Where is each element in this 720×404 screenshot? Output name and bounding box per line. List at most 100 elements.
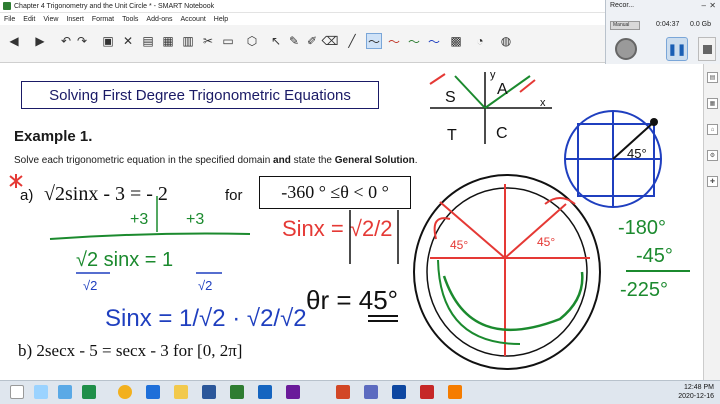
task-view-icon[interactable]	[58, 385, 72, 399]
small-circle-angle: 45°	[627, 146, 647, 161]
page-sorter-icon[interactable]: ▤	[707, 72, 718, 83]
cast-y-label: y	[490, 69, 496, 81]
sinx-rationalize: Sinx = 1/√2 · √2/√2	[105, 305, 307, 332]
file-explorer-icon[interactable]	[174, 385, 188, 399]
screen-shade-icon[interactable]: ▭	[220, 33, 236, 49]
denominator-right: √2	[198, 278, 212, 293]
save-icon[interactable]: ▦	[160, 33, 176, 49]
cast-a-label: A	[497, 81, 508, 98]
taskbar-clock[interactable]: 12:48 PM 2020-12-16	[678, 383, 714, 401]
add-page-icon[interactable]: ▣	[100, 33, 116, 49]
chrome-icon[interactable]	[118, 385, 132, 399]
powerpoint-icon[interactable]	[336, 385, 350, 399]
recorder-taskbar-icon[interactable]	[420, 385, 434, 399]
excel-icon[interactable]	[230, 385, 244, 399]
previous-page-icon[interactable]: ◀	[6, 33, 22, 49]
taskbar: 12:48 PM 2020-12-16	[0, 380, 720, 404]
search-icon[interactable]	[34, 385, 48, 399]
recorder-panel: Recor... – ✕ Manual 0:04:37 0.0 Gb ❚❚	[605, 0, 720, 66]
menu-addons[interactable]: Add-ons	[146, 16, 172, 23]
record-button[interactable]	[615, 38, 637, 60]
properties-icon[interactable]: ◍	[498, 33, 514, 49]
zoom-icon[interactable]	[392, 385, 406, 399]
calc-line-3: -225°	[620, 279, 668, 301]
recorder-elapsed: 0:04:37	[656, 21, 680, 28]
calc-line-1: -180°	[618, 217, 666, 239]
onenote-icon[interactable]	[286, 385, 300, 399]
menu-account[interactable]: Account	[181, 16, 206, 23]
notebook-page[interactable]: Solving First Degree Trigonometric Equat…	[0, 64, 703, 380]
pen-style-navy-icon[interactable]: 〜	[426, 33, 442, 49]
reference-angle: θr = 45°	[306, 285, 398, 315]
start-icon[interactable]	[10, 385, 24, 399]
cast-red-tick-left	[429, 73, 446, 85]
delete-page-icon[interactable]: ✕	[120, 33, 136, 49]
document-camera-icon[interactable]: ⬡	[244, 33, 260, 49]
minimize-icon[interactable]: –	[702, 1, 706, 10]
eraser-icon[interactable]: ⌫	[322, 33, 339, 49]
menu-insert[interactable]: Insert	[66, 16, 84, 23]
cast-c-label: C	[496, 125, 508, 142]
menu-format[interactable]: Format	[92, 16, 114, 23]
pen-icon[interactable]: ✎	[286, 33, 302, 49]
next-page-icon[interactable]: ▶	[32, 33, 48, 49]
fill-icon[interactable]: ◔	[472, 33, 488, 49]
cut-icon[interactable]: ✂	[200, 33, 216, 49]
word-icon[interactable]	[202, 385, 216, 399]
cast-x-label: x	[540, 97, 546, 109]
menu-file[interactable]: File	[4, 16, 15, 23]
undo-icon[interactable]: ↶	[58, 33, 74, 49]
pause-button[interactable]: ❚❚	[666, 37, 688, 61]
large-circle-diagram	[413, 174, 601, 370]
color-palette-icon[interactable]: ▩	[448, 33, 464, 49]
close-icon[interactable]: ✕	[709, 1, 716, 10]
outlook-icon[interactable]	[258, 385, 272, 399]
select-icon[interactable]: ↖	[268, 33, 284, 49]
sinx-boxed-result: Sinx = √2/2	[282, 216, 393, 241]
smart-notebook-taskbar-icon[interactable]	[82, 385, 96, 399]
cast-diagram: S A T C y x	[429, 69, 552, 144]
large-right-angle: 45°	[537, 235, 555, 249]
creative-pen-icon[interactable]: ✐	[304, 33, 320, 49]
right-sidebar: ▤ ▦ ⌂ ⚙ ✚	[703, 64, 720, 380]
edge-icon[interactable]	[146, 385, 160, 399]
recorder-title: Recor...	[610, 2, 635, 9]
window-title: Chapter 4 Trigonometry and the Unit Circ…	[14, 2, 215, 10]
addons-tab-icon[interactable]: ✚	[707, 176, 718, 187]
clock-date: 2020-12-16	[678, 393, 714, 400]
calc-line-2: -45°	[636, 245, 673, 267]
red-star-mark	[9, 174, 23, 188]
pen-style-green-icon[interactable]: 〜	[406, 33, 422, 49]
green-divider-line	[49, 232, 251, 240]
smart-notebook-icon	[3, 2, 11, 10]
denominator-left: √2	[83, 278, 97, 293]
root2-sinx-equation: √2 sinx = 1	[76, 249, 173, 271]
menu-help[interactable]: Help	[214, 16, 228, 23]
paste-icon[interactable]: ▥	[180, 33, 196, 49]
pen-style-blue-icon[interactable]: 〜	[366, 33, 382, 49]
teams-icon[interactable]	[364, 385, 378, 399]
large-left-angle: 45°	[450, 238, 468, 252]
menu-edit[interactable]: Edit	[23, 16, 35, 23]
stop-button[interactable]	[698, 37, 716, 61]
plus-three-right: +3	[186, 211, 204, 228]
attachments-icon[interactable]: ⌂	[707, 124, 718, 135]
handwriting-layer: +3 +3 √2 sinx = 1 √2 √2 Sinx = 1/√2 · √2…	[9, 69, 690, 370]
recorder-mode-select[interactable]: Manual	[610, 21, 640, 30]
gallery-icon[interactable]: ▦	[707, 98, 718, 109]
small-radius-dot	[650, 118, 658, 126]
ray-right	[504, 203, 567, 259]
plus-three-left: +3	[130, 211, 148, 228]
menu-view[interactable]: View	[43, 16, 58, 23]
cast-t-label: T	[447, 127, 457, 144]
redo-icon[interactable]: ↷	[74, 33, 90, 49]
menu-tools[interactable]: Tools	[122, 16, 138, 23]
pen-style-red-icon[interactable]: 〜	[386, 33, 402, 49]
open-icon[interactable]: ▤	[140, 33, 156, 49]
properties-tab-icon[interactable]: ⚙	[707, 150, 718, 161]
arc-top-right	[544, 197, 576, 205]
app-icon[interactable]	[448, 385, 462, 399]
line-icon[interactable]: ╱	[344, 33, 360, 49]
stop-icon	[702, 44, 712, 54]
clock-time: 12:48 PM	[684, 384, 714, 391]
